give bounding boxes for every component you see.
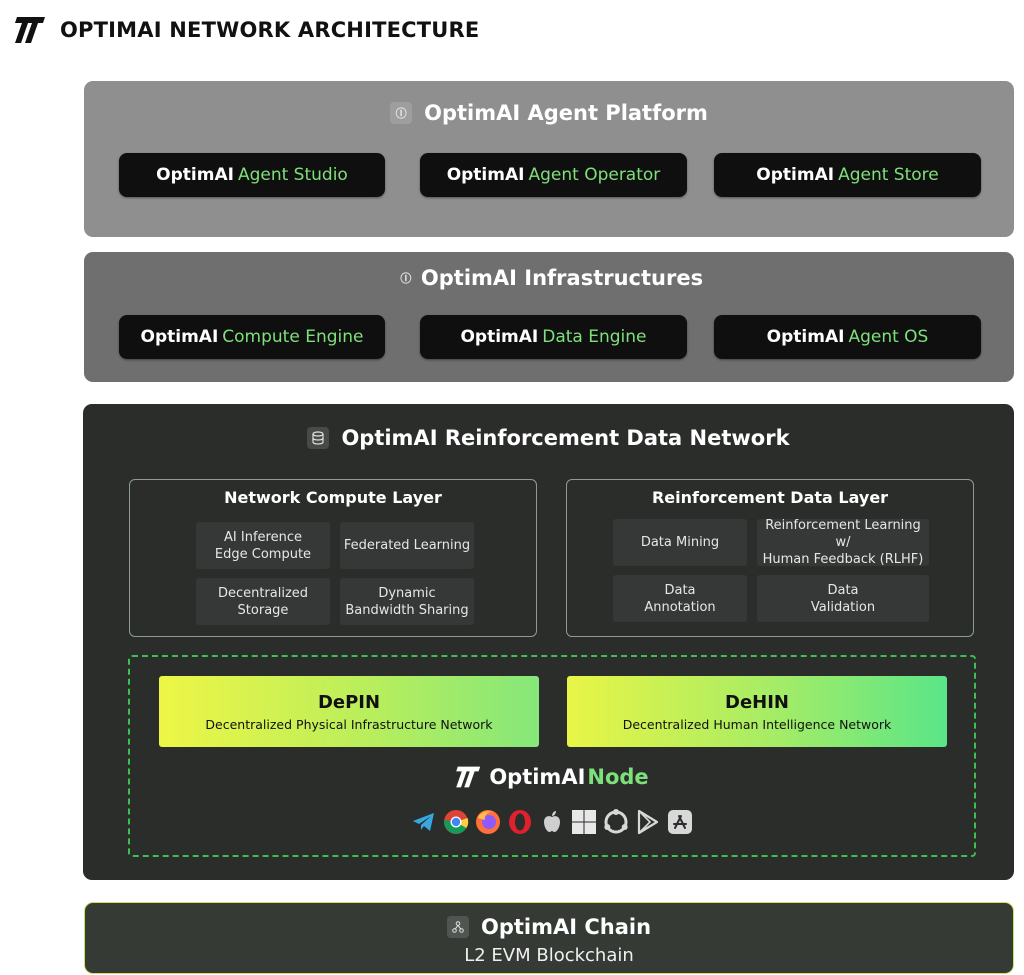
page-header: OPTIMAI NETWORK ARCHITECTURE [14,14,479,46]
layer-cell: Data Mining [613,519,747,566]
windows-icon[interactable] [571,809,597,835]
chrome-icon[interactable] [443,809,469,835]
infrastructures-title-text: OptimAI Infrastructures [420,266,704,290]
firefox-icon[interactable] [475,809,501,835]
optimai-logo-icon [456,766,481,788]
opera-icon[interactable] [507,809,533,835]
dehin-title: DeHIN [725,691,789,713]
depin-box: DePIN Decentralized Physical Infrastruct… [159,676,539,747]
chain-title: OptimAI Chain [85,915,1013,939]
optimai-chain-section: OptimAI Chain L2 EVM Blockchain [84,902,1014,974]
node-brand: OptimAI [489,765,586,789]
pill-brand: OptimAI [756,165,835,185]
layer-cell: Federated Learning [340,522,474,569]
rdn-title: OptimAI Reinforcement Data Network [83,426,1014,450]
agent-operator-pill[interactable]: OptimAI Agent Operator [420,153,687,197]
apple-icon[interactable] [539,809,565,835]
pill-brand: OptimAI [460,327,539,347]
layer-title: Reinforcement Data Layer [651,488,889,507]
pill-product: Compute Engine [222,327,364,347]
platform-icon: Ⓘ [390,102,413,124]
pill-brand: OptimAI [140,327,219,347]
layer-cell: Data Validation [757,575,929,622]
pill-product: Agent Studio [237,165,348,185]
optimai-node-label: OptimAI Node [130,765,974,789]
layer-cell: Dynamic Bandwidth Sharing [340,578,474,625]
depin-title: DePIN [317,691,381,713]
agent-studio-pill[interactable]: OptimAI Agent Studio [119,153,385,197]
platform-icons-row [130,809,974,835]
agent-store-pill[interactable]: OptimAI Agent Store [714,153,981,197]
page-title: OPTIMAI NETWORK ARCHITECTURE [60,18,480,42]
pill-product: Agent OS [848,327,929,347]
pill-brand: OptimAI [446,165,525,185]
layer-cell: Decentralized Storage [196,578,330,625]
optimai-node-area: DePIN Decentralized Physical Infrastruct… [128,655,976,857]
dehin-box: DeHIN Decentralized Human Intelligence N… [567,676,947,747]
network-compute-layer: Network Compute Layer AI Inference Edge … [129,479,537,637]
agent-platform-section: Ⓘ OptimAI Agent Platform OptimAI Agent S… [84,81,1014,237]
app-store-icon[interactable] [667,809,693,835]
dehin-subtitle: Decentralized Human Intelligence Network [622,716,892,732]
node-product: Node [587,765,649,789]
google-play-icon[interactable] [635,809,661,835]
infrastructures-section: Ⓘ OptimAI Infrastructures OptimAI Comput… [84,252,1014,382]
optimai-logo-icon [15,17,45,43]
agent-platform-title: Ⓘ OptimAI Agent Platform [84,101,1014,125]
layer-cell: Data Annotation [613,575,747,622]
rdn-title-text: OptimAI Reinforcement Data Network [341,426,790,450]
pill-product: Agent Operator [528,165,661,185]
agent-os-pill[interactable]: OptimAI Agent OS [714,315,981,359]
data-engine-pill[interactable]: OptimAI Data Engine [420,315,687,359]
pill-product: Agent Store [838,165,939,185]
depin-subtitle: Decentralized Physical Infrastructure Ne… [205,716,493,732]
infrastructures-title: Ⓘ OptimAI Infrastructures [84,266,1014,290]
chain-title-text: OptimAI Chain [480,915,652,939]
reinforcement-data-network-section: OptimAI Reinforcement Data Network Netwo… [83,404,1014,880]
pill-brand: OptimAI [766,327,845,347]
network-nodes-icon [446,916,469,938]
reinforcement-data-layer: Reinforcement Data Layer Data Mining Rei… [566,479,974,637]
layer-title: Network Compute Layer [224,488,442,507]
database-icon [307,427,330,449]
compute-engine-pill[interactable]: OptimAI Compute Engine [119,315,385,359]
pill-product: Data Engine [542,327,647,347]
layer-cell: AI Inference Edge Compute [196,522,330,569]
layer-cell: Reinforcement Learning w/ Human Feedback… [757,518,929,567]
pill-brand: OptimAI [156,165,234,185]
telegram-icon[interactable] [411,809,437,835]
infra-icon: Ⓘ [400,272,412,285]
agent-platform-title-text: OptimAI Agent Platform [424,101,708,125]
chain-subtitle: L2 EVM Blockchain [464,945,634,966]
ubuntu-icon[interactable] [603,809,629,835]
